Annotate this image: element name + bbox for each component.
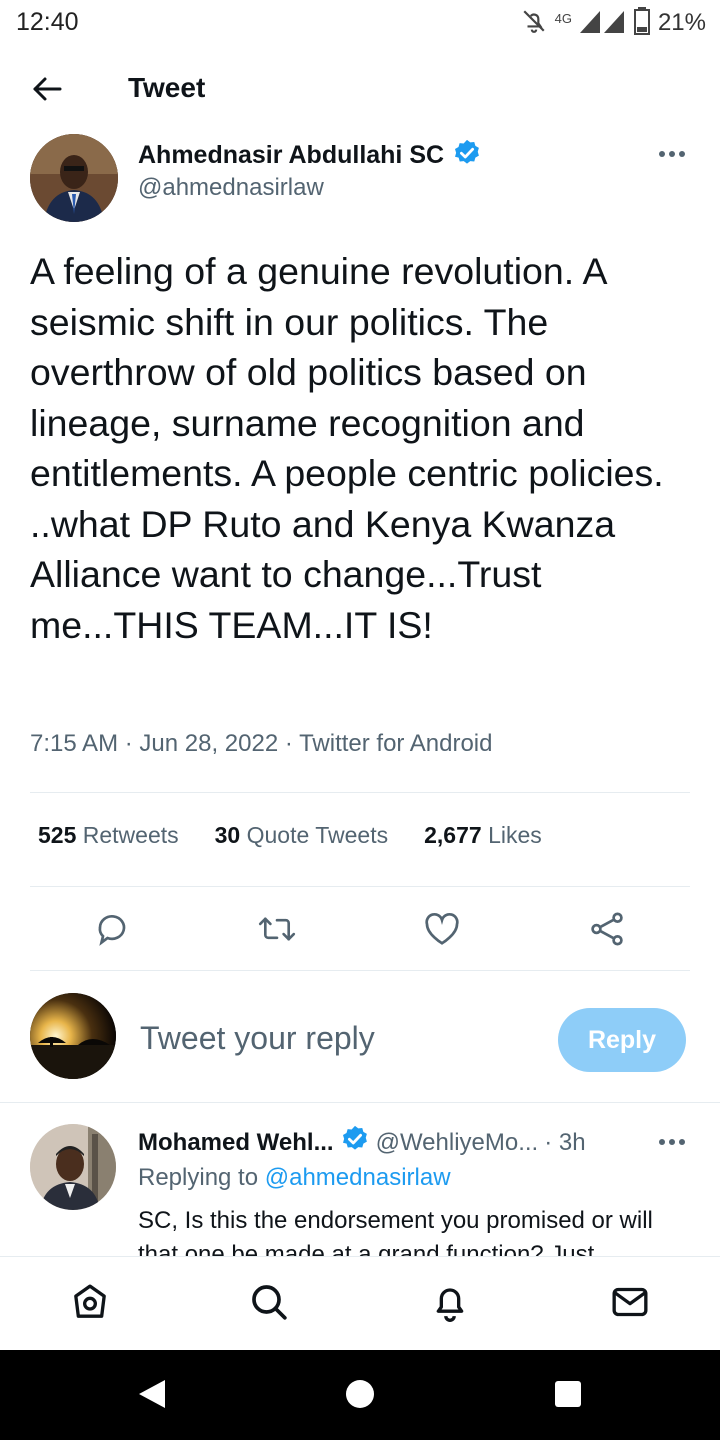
- author-name-row: Ahmednasir Abdullahi SC: [138, 138, 482, 173]
- author-handle[interactable]: @ahmednasirlaw: [138, 174, 324, 202]
- tweet-meta: 7:15 AM · Jun 28, 2022 · Twitter for And…: [30, 730, 493, 757]
- like-icon: [424, 912, 460, 951]
- reply-input[interactable]: Tweet your reply: [140, 1020, 375, 1057]
- tweet-stats: 525 Retweets 30 Quote Tweets 2,677 Likes: [38, 822, 542, 849]
- reply-time: · 3h: [544, 1128, 586, 1156]
- status-bar: 12:40 4G 21%: [0, 0, 720, 48]
- author-avatar[interactable]: [30, 134, 118, 222]
- likes-stat[interactable]: 2,677 Likes: [424, 822, 542, 849]
- divider: [30, 886, 690, 887]
- status-icons: 4G 21%: [521, 6, 706, 40]
- circle-home-icon: [345, 1379, 375, 1414]
- system-nav-bar: [0, 1350, 720, 1440]
- signal-icon: [579, 9, 626, 38]
- back-button[interactable]: [22, 68, 72, 114]
- mute-icon: [521, 8, 547, 39]
- user-avatar[interactable]: [30, 993, 116, 1079]
- quotes-stat[interactable]: 30 Quote Tweets: [215, 822, 388, 849]
- divider: [30, 970, 690, 971]
- replying-to: Replying to @ahmednasirlaw: [138, 1164, 451, 1191]
- replying-to-mention[interactable]: @ahmednasirlaw: [265, 1164, 451, 1191]
- home-icon: [70, 1282, 110, 1327]
- tweet-text: A feeling of a genuine revolution. A sei…: [30, 250, 664, 646]
- retweet-button[interactable]: [254, 908, 300, 954]
- verified-badge-icon: [340, 1124, 370, 1161]
- nav-notifications[interactable]: [427, 1281, 473, 1327]
- verified-badge-icon: [452, 138, 482, 173]
- system-recents-button[interactable]: [546, 1374, 590, 1418]
- page-title: Tweet: [128, 72, 206, 103]
- tweet-actions: [0, 908, 720, 954]
- reply-header: Mohamed Wehl... @WehliyeMo... · 3h: [138, 1124, 586, 1161]
- status-time: 12:40: [16, 8, 79, 36]
- system-home-button[interactable]: [338, 1374, 382, 1418]
- share-icon: [589, 911, 625, 952]
- reply-author-name[interactable]: Mohamed Wehl...: [138, 1129, 334, 1157]
- reply-button[interactable]: [89, 908, 135, 954]
- back-arrow-icon: [32, 76, 62, 107]
- divider: [30, 792, 690, 793]
- more-icon: [658, 145, 686, 163]
- divider: [0, 1102, 720, 1103]
- reply-text: SC, Is this the endorsement you promised…: [138, 1207, 653, 1256]
- bottom-nav: [0, 1256, 720, 1350]
- share-button[interactable]: [584, 908, 630, 954]
- battery-percent: 21%: [657, 9, 706, 36]
- battery-icon: [633, 6, 650, 40]
- search-icon: [249, 1282, 289, 1327]
- reply-submit-button[interactable]: Reply: [558, 1008, 686, 1072]
- author-name[interactable]: Ahmednasir Abdullahi SC: [138, 141, 444, 170]
- messages-icon: [610, 1282, 650, 1327]
- network-type: 4G: [554, 10, 572, 26]
- reply-author-handle[interactable]: @WehliyeMo...: [376, 1129, 539, 1157]
- like-button[interactable]: [419, 908, 465, 954]
- retweets-stat[interactable]: 525 Retweets: [38, 822, 179, 849]
- square-recents-icon: [554, 1380, 582, 1413]
- reply-icon: [94, 911, 130, 952]
- nav-messages[interactable]: [607, 1281, 653, 1327]
- more-icon: [658, 1133, 686, 1151]
- notifications-icon: [430, 1282, 470, 1327]
- reply-author-avatar[interactable]: [30, 1124, 116, 1210]
- top-bar: Tweet: [0, 56, 720, 126]
- more-options-button[interactable]: [654, 140, 690, 168]
- nav-home[interactable]: [67, 1281, 113, 1327]
- triangle-back-icon: [137, 1378, 167, 1415]
- system-back-button[interactable]: [130, 1374, 174, 1418]
- retweet-icon: [258, 912, 296, 951]
- reply-more-button[interactable]: [654, 1130, 690, 1154]
- nav-search[interactable]: [246, 1281, 292, 1327]
